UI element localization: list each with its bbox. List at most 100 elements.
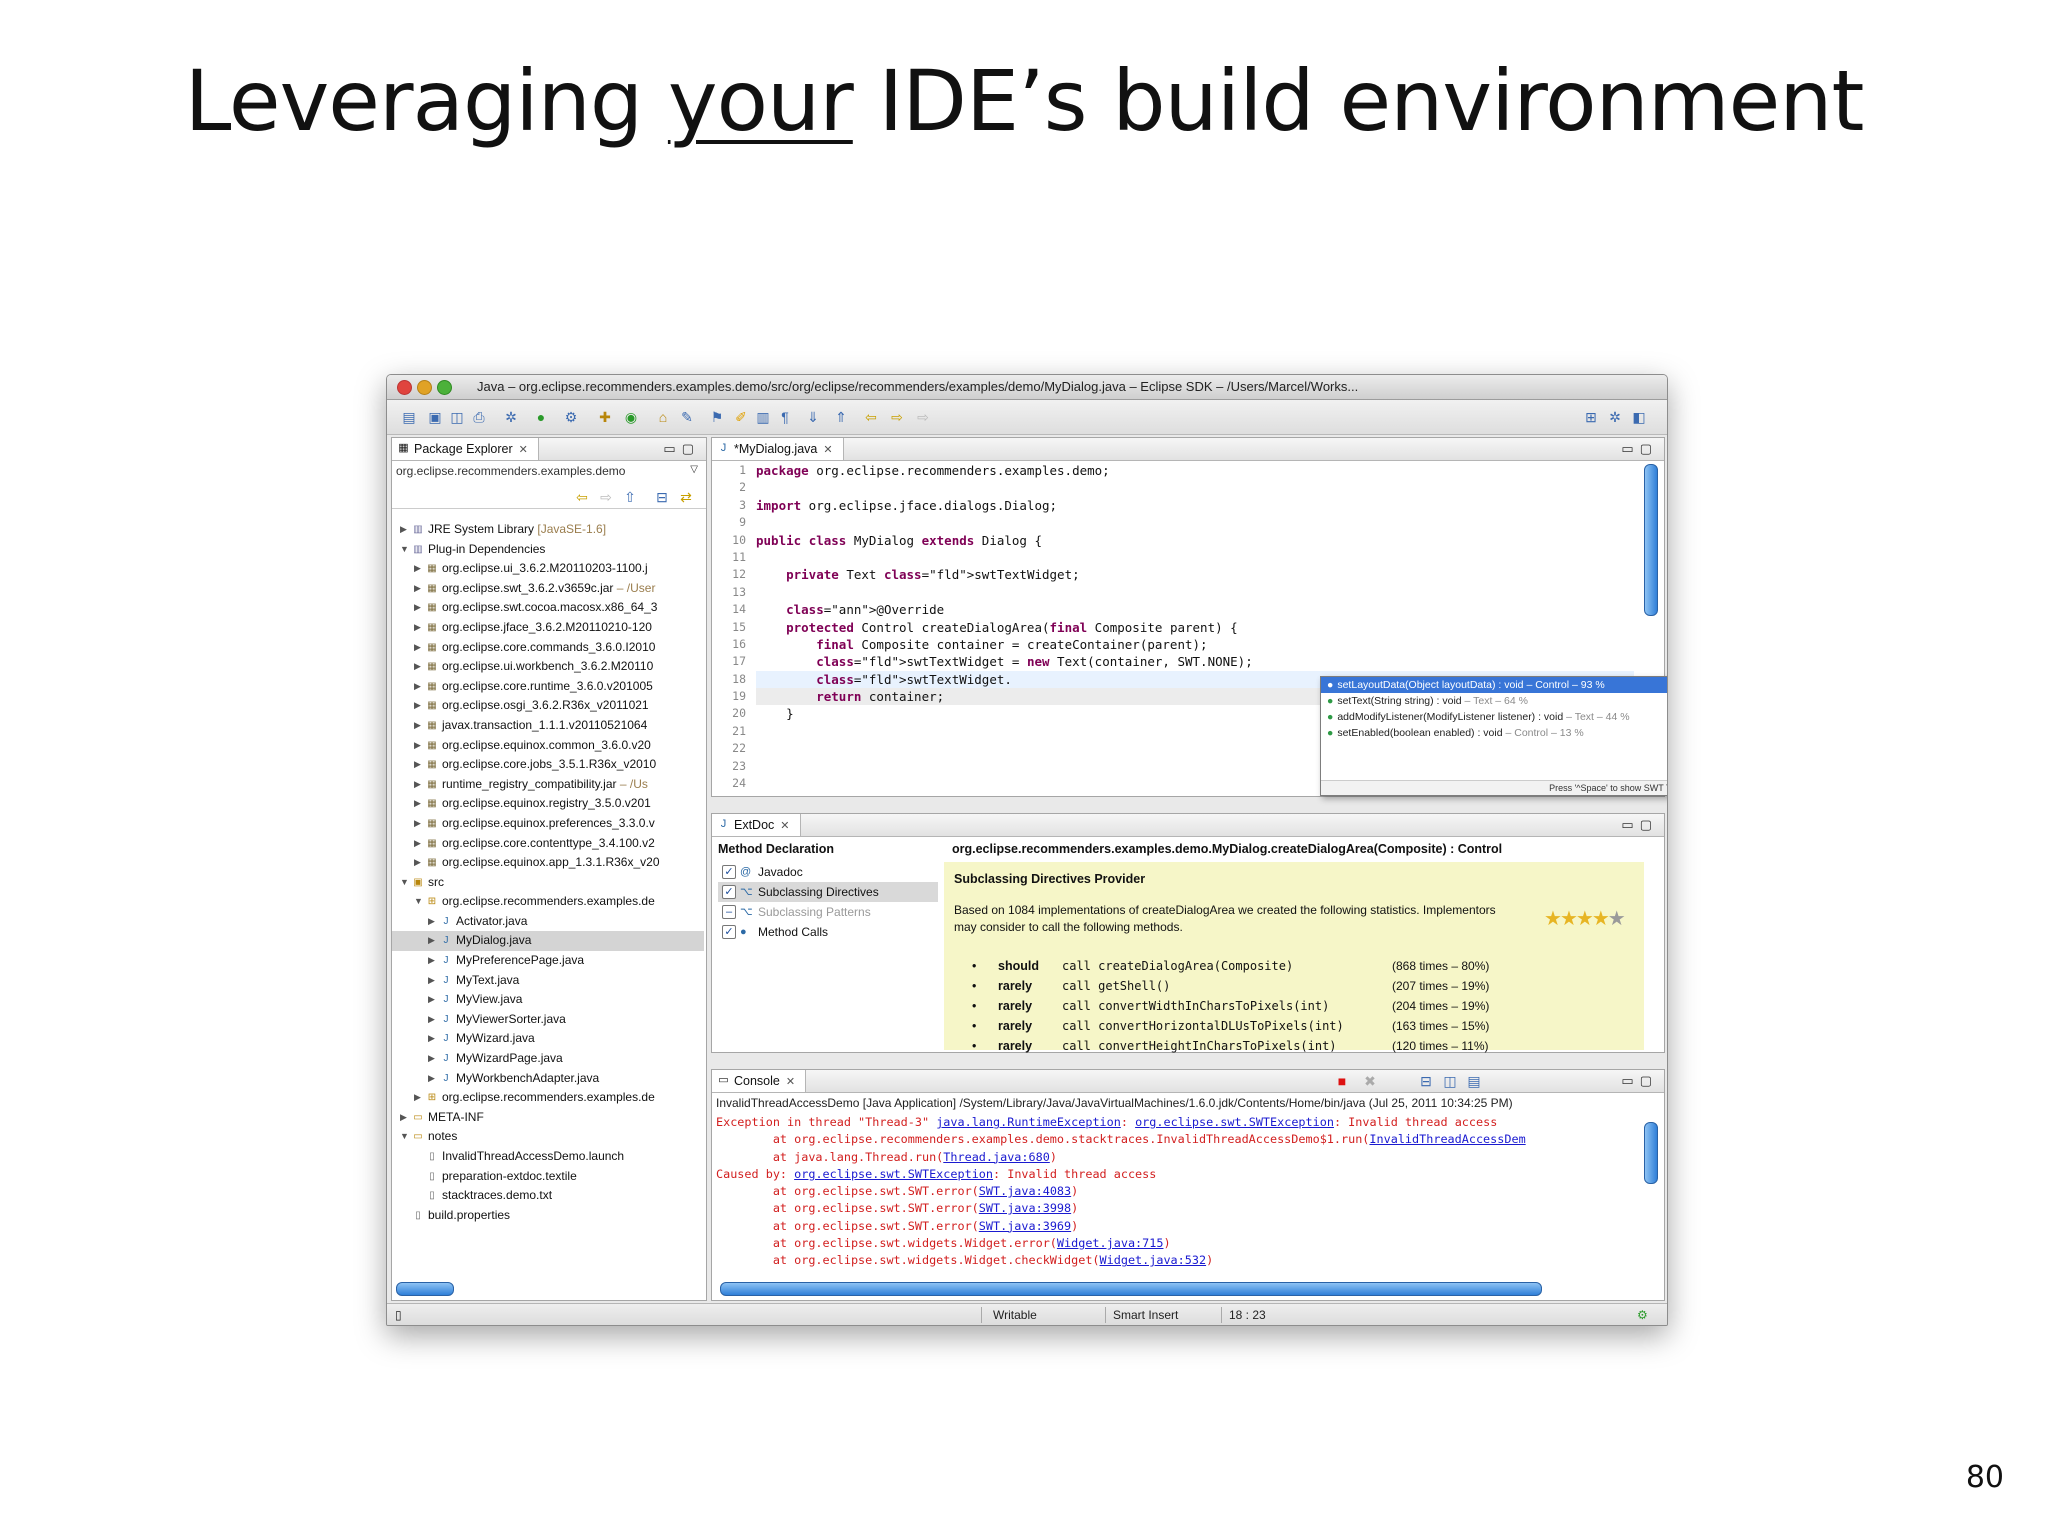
tree-item[interactable]: ▶ ▦ org.eclipse.core.contenttype_3.4.100.v…: [392, 834, 704, 854]
expand-arrow-icon[interactable]: ▶: [414, 638, 421, 658]
expand-arrow-icon[interactable]: ▶: [414, 657, 421, 677]
tab-extdoc[interactable]: J ExtDoc ✕: [712, 814, 801, 836]
stacktrace-link[interactable]: Thread.java:680: [943, 1150, 1050, 1164]
console-horizontal-scrollbar[interactable]: [720, 1282, 1542, 1296]
expand-arrow-icon[interactable]: ▶: [414, 775, 421, 795]
print-icon[interactable]: ⎙: [471, 409, 487, 425]
highlight-icon[interactable]: ✐: [733, 409, 749, 425]
expand-arrow-icon[interactable]: ▶: [414, 853, 421, 873]
expand-arrow-icon[interactable]: ▶: [414, 755, 421, 775]
provider-item[interactable]: ✓ @ Javadoc: [718, 862, 938, 882]
expand-arrow-icon[interactable]: ▶: [428, 971, 435, 991]
tree-item[interactable]: ▯ stacktraces.demo.txt: [392, 1186, 704, 1206]
display-console-icon[interactable]: ▤: [1466, 1073, 1482, 1089]
tree-item[interactable]: ▯ build.properties: [392, 1206, 704, 1226]
expand-arrow-icon[interactable]: ▶: [400, 1108, 407, 1128]
tree-item[interactable]: ▶ ⊞ org.eclipse.recommenders.examples.de: [392, 1088, 704, 1108]
proposal-item[interactable]: ● setLayoutData(Object layoutData) : void…: [1321, 677, 1667, 693]
tree-item[interactable]: ▶ J Activator.java: [392, 912, 704, 932]
tree-item[interactable]: ▶ J MyDialog.java: [392, 931, 704, 952]
expand-arrow-icon[interactable]: ▶: [414, 677, 421, 697]
horizontal-scrollbar[interactable]: [396, 1282, 454, 1296]
expand-arrow-icon[interactable]: ▶: [428, 931, 435, 951]
project-selector[interactable]: org.eclipse.recommenders.examples.demo: [396, 464, 625, 478]
expand-arrow-icon[interactable]: ▶: [428, 1029, 435, 1049]
link-with-editor-icon[interactable]: ⇄: [678, 489, 694, 505]
save-icon[interactable]: ▣: [427, 409, 443, 425]
tree-item[interactable]: ▶ ▦ org.eclipse.swt_3.6.2.v3659c.jar – /Us…: [392, 579, 704, 599]
expand-arrow-icon[interactable]: ▶: [414, 834, 421, 854]
search-icon[interactable]: ✎: [679, 409, 695, 425]
debug-perspective-icon[interactable]: ✲: [1607, 409, 1623, 425]
expand-arrow-icon[interactable]: ▶: [414, 716, 421, 736]
back-icon[interactable]: ⇦: [863, 409, 879, 425]
terminate-icon[interactable]: ■: [1334, 1073, 1350, 1089]
code-line[interactable]: [756, 479, 1634, 496]
java-perspective-icon[interactable]: ◧: [1631, 409, 1647, 425]
rating-stars[interactable]: ★★★★★: [1544, 906, 1626, 931]
new-java-project-icon[interactable]: ✚: [597, 409, 613, 425]
tree-item[interactable]: ▶ ▦ runtime_registry_compatibility.jar – /…: [392, 775, 704, 795]
code-line[interactable]: final Composite container = createContai…: [756, 636, 1634, 653]
pin-console-icon[interactable]: ◫: [1442, 1073, 1458, 1089]
close-window-button[interactable]: [397, 380, 412, 395]
forward-icon[interactable]: ⇨: [889, 409, 905, 425]
previous-annotation-icon[interactable]: ⇑: [833, 409, 849, 425]
stacktrace-link[interactable]: SWT.java:3998: [979, 1201, 1071, 1215]
tree-item[interactable]: ▶ ▦ org.eclipse.swt.cocoa.macosx.x86_64_3: [392, 598, 704, 618]
new-icon[interactable]: ▤: [401, 409, 417, 425]
provider-checkbox[interactable]: ✓: [722, 925, 736, 939]
code-line[interactable]: import org.eclipse.jface.dialogs.Dialog;: [756, 497, 1634, 514]
provider-item[interactable]: – ⌥ Subclassing Patterns: [718, 902, 938, 922]
tab-console[interactable]: ▭ Console ✕: [712, 1070, 807, 1092]
open-type-icon[interactable]: ⌂: [655, 409, 671, 425]
expand-arrow-icon[interactable]: ▶: [428, 1010, 435, 1030]
debug-icon[interactable]: ✲: [503, 409, 519, 425]
tree-item[interactable]: ▼ ▣ src: [392, 873, 704, 893]
tree-item[interactable]: ▶ ▦ org.eclipse.equinox.preferences_3.3.0.…: [392, 814, 704, 834]
tree-item[interactable]: ▶ ▭ META-INF: [392, 1108, 704, 1128]
tab-mydialog-java[interactable]: J *MyDialog.java ✕: [712, 438, 844, 460]
expand-arrow-icon[interactable]: ▶: [428, 1069, 435, 1089]
provider-item[interactable]: ✓ ⌥ Subclassing Directives: [718, 882, 938, 902]
tree-item[interactable]: ▶ J MyText.java: [392, 971, 704, 991]
code-line[interactable]: [756, 549, 1634, 566]
close-icon[interactable]: ✕: [780, 820, 789, 832]
stacktrace-link[interactable]: InvalidThreadAccessDem: [1369, 1132, 1525, 1146]
console-vertical-scrollbar[interactable]: [1644, 1122, 1658, 1184]
expand-arrow-icon[interactable]: ▶: [414, 598, 421, 618]
tab-package-explorer[interactable]: ▦ Package Explorer ✕: [392, 438, 539, 460]
tree-item[interactable]: ▶ J MyViewerSorter.java: [392, 1010, 704, 1030]
tree-item[interactable]: ▶ ▦ org.eclipse.equinox.app_1.3.1.R36x_v20: [392, 853, 704, 873]
expand-arrow-icon[interactable]: ▼: [400, 1127, 409, 1147]
expand-arrow-icon[interactable]: ▶: [414, 579, 421, 599]
tree-item[interactable]: ▶ J MyPreferencePage.java: [392, 951, 704, 971]
expand-arrow-icon[interactable]: ▶: [414, 696, 421, 716]
block-selection-icon[interactable]: ▥: [755, 409, 771, 425]
collapse-all-icon[interactable]: ⊟: [654, 489, 670, 505]
code-line[interactable]: public class MyDialog extends Dialog {: [756, 532, 1634, 549]
tree-item[interactable]: ▶ ▦ org.eclipse.core.jobs_3.5.1.R36x_v2010: [392, 755, 704, 775]
minimize-maximize-icons[interactable]: ▭▢: [1621, 1073, 1658, 1089]
proposal-item[interactable]: ● setText(String string) : void – Text – …: [1321, 693, 1667, 709]
expand-arrow-icon[interactable]: ▶: [428, 951, 435, 971]
code-line[interactable]: class="fld">swtTextWidget = new Text(con…: [756, 653, 1634, 670]
minimize-maximize-icons[interactable]: ▭▢: [1621, 817, 1658, 833]
provider-checkbox[interactable]: ✓: [722, 865, 736, 879]
expand-arrow-icon[interactable]: ▶: [414, 736, 421, 756]
stacktrace-link[interactable]: Widget.java:715: [1057, 1236, 1164, 1250]
expand-arrow-icon[interactable]: ▶: [414, 814, 421, 834]
stacktrace-link[interactable]: SWT.java:4083: [979, 1184, 1071, 1198]
view-menu-icon[interactable]: ▽: [690, 464, 698, 475]
back-icon[interactable]: ⇦: [574, 489, 590, 505]
provider-checkbox[interactable]: –: [722, 905, 736, 919]
star-icon[interactable]: ★: [1576, 908, 1594, 930]
expand-arrow-icon[interactable]: ▼: [400, 540, 409, 560]
progress-icon[interactable]: ⚙: [1637, 1308, 1648, 1322]
stacktrace-link[interactable]: org.eclipse.swt.SWTException: [1135, 1115, 1334, 1129]
tree-item[interactable]: ▶ J MyWizardPage.java: [392, 1049, 704, 1069]
stacktrace-link[interactable]: Widget.java:532: [1100, 1253, 1207, 1267]
provider-checkbox[interactable]: ✓: [722, 885, 736, 899]
tree-item[interactable]: ▶ ▦ javax.transaction_1.1.1.v20110521064: [392, 716, 704, 736]
close-icon[interactable]: ✕: [786, 1076, 795, 1088]
